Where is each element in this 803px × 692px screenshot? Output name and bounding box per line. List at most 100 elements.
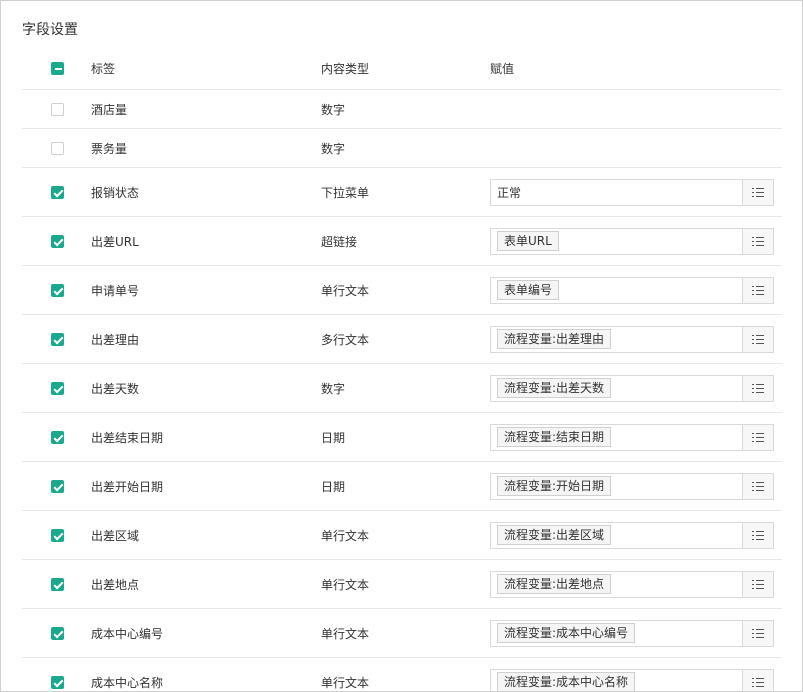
row-checkbox[interactable] [51,102,64,116]
value-tag[interactable]: 表单编号 [497,280,560,300]
field-label: 票务量 [91,141,128,156]
column-header-label: 标签 [91,62,116,76]
field-type: 单行文本 [321,675,370,690]
table-row: 酒店量 数字 [22,90,782,129]
list-icon [752,677,764,687]
value-field[interactable]: 流程变量:出差理由 [490,325,774,353]
list-icon [752,383,764,393]
table-header: 标签 内容类型 赋值 [22,48,782,90]
value-picker-button[interactable] [742,473,773,499]
value-tag[interactable]: 流程变量:成本中心编号 [497,623,636,643]
table-row: 票务量 数字 [22,129,782,168]
value-field[interactable]: 表单编号 [490,276,774,304]
list-icon [752,236,764,246]
table-row: 出差开始日期 日期 流程变量:开始日期 [22,462,782,511]
field-label: 申请单号 [91,283,140,298]
table-row: 出差地点 单行文本 流程变量:出差地点 [22,560,782,609]
field-label: 出差天数 [91,381,140,396]
value-picker-button[interactable] [742,571,773,597]
value-picker-button[interactable] [742,522,773,548]
value-picker-button[interactable] [742,179,773,205]
value-field[interactable]: 表单URL [490,227,774,255]
list-icon [752,481,764,491]
table-row: 出差URL 超链接 表单URL [22,217,782,266]
field-type: 数字 [321,141,346,156]
row-checkbox[interactable] [51,141,64,155]
table-row: 成本中心编号 单行文本 流程变量:成本中心编号 [22,609,782,658]
field-label: 酒店量 [91,102,128,117]
row-checkbox[interactable] [51,626,64,640]
section-title: 字段设置 [22,22,78,38]
row-checkbox[interactable] [51,675,64,689]
column-header-value: 赋值 [490,62,515,76]
field-type: 超链接 [321,234,358,249]
value-tag[interactable]: 流程变量:出差理由 [497,329,612,349]
value-text: 正常 [497,185,522,200]
value-field[interactable]: 流程变量:结束日期 [490,423,774,451]
value-tag[interactable]: 流程变量:出差天数 [497,378,612,398]
row-checkbox[interactable] [51,283,64,297]
row-checkbox[interactable] [51,479,64,493]
value-picker-button[interactable] [742,375,773,401]
table-row: 申请单号 单行文本 表单编号 [22,266,782,315]
field-table: 标签 内容类型 赋值 酒店量 数字 票务量 数字 报销状态 下拉菜单 正常 出差… [22,48,782,691]
value-picker-button[interactable] [742,277,773,303]
row-checkbox[interactable] [51,577,64,591]
field-label: 出差URL [91,234,139,249]
field-type: 多行文本 [321,332,370,347]
value-field[interactable]: 流程变量:出差区域 [490,521,774,549]
value-picker-button[interactable] [742,620,773,646]
table-row: 出差结束日期 日期 流程变量:结束日期 [22,413,782,462]
value-field[interactable]: 流程变量:出差天数 [490,374,774,402]
value-tag[interactable]: 表单URL [497,231,559,251]
value-picker-button[interactable] [742,424,773,450]
table-row: 报销状态 下拉菜单 正常 [22,168,782,217]
list-icon [752,628,764,638]
list-icon [752,187,764,197]
value-picker-button[interactable] [742,228,773,254]
list-icon [752,432,764,442]
table-row: 出差区域 单行文本 流程变量:出差区域 [22,511,782,560]
field-label: 出差开始日期 [91,479,164,494]
row-checkbox[interactable] [51,430,64,444]
column-header-type: 内容类型 [321,62,370,76]
field-settings-panel: 字段设置 标签 内容类型 赋值 酒店量 数字 票务量 数字 报销状态 下拉菜单 … [0,0,803,692]
field-label: 出差理由 [91,332,140,347]
value-tag[interactable]: 流程变量:出差地点 [497,574,612,594]
row-checkbox[interactable] [51,381,64,395]
row-checkbox[interactable] [51,185,64,199]
value-picker-button[interactable] [742,669,773,691]
value-field[interactable]: 流程变量:成本中心名称 [490,668,774,691]
field-type: 数字 [321,381,346,396]
table-body: 酒店量 数字 票务量 数字 报销状态 下拉菜单 正常 出差URL 超链接 表单U… [22,90,782,691]
value-tag[interactable]: 流程变量:成本中心名称 [497,672,636,691]
value-field[interactable]: 流程变量:出差地点 [490,570,774,598]
value-field[interactable]: 流程变量:开始日期 [490,472,774,500]
field-label: 成本中心编号 [91,626,164,641]
value-picker-button[interactable] [742,326,773,352]
field-type: 下拉菜单 [321,185,370,200]
field-type: 单行文本 [321,626,370,641]
row-checkbox[interactable] [51,332,64,346]
field-type: 数字 [321,102,346,117]
value-field[interactable]: 流程变量:成本中心编号 [490,619,774,647]
value-tag[interactable]: 流程变量:开始日期 [497,476,612,496]
field-type: 单行文本 [321,283,370,298]
row-checkbox[interactable] [51,528,64,542]
field-label: 出差结束日期 [91,430,164,445]
table-row: 出差天数 数字 流程变量:出差天数 [22,364,782,413]
field-label: 成本中心名称 [91,675,164,690]
value-tag[interactable]: 流程变量:结束日期 [497,427,612,447]
row-checkbox[interactable] [51,234,64,248]
list-icon [752,530,764,540]
list-icon [752,579,764,589]
field-type: 日期 [321,430,346,445]
field-type: 单行文本 [321,577,370,592]
field-label: 出差地点 [91,577,140,592]
list-icon [752,334,764,344]
field-type: 单行文本 [321,528,370,543]
select-all-checkbox[interactable] [51,62,64,75]
value-tag[interactable]: 流程变量:出差区域 [497,525,612,545]
value-field[interactable]: 正常 [490,178,774,206]
table-row: 出差理由 多行文本 流程变量:出差理由 [22,315,782,364]
